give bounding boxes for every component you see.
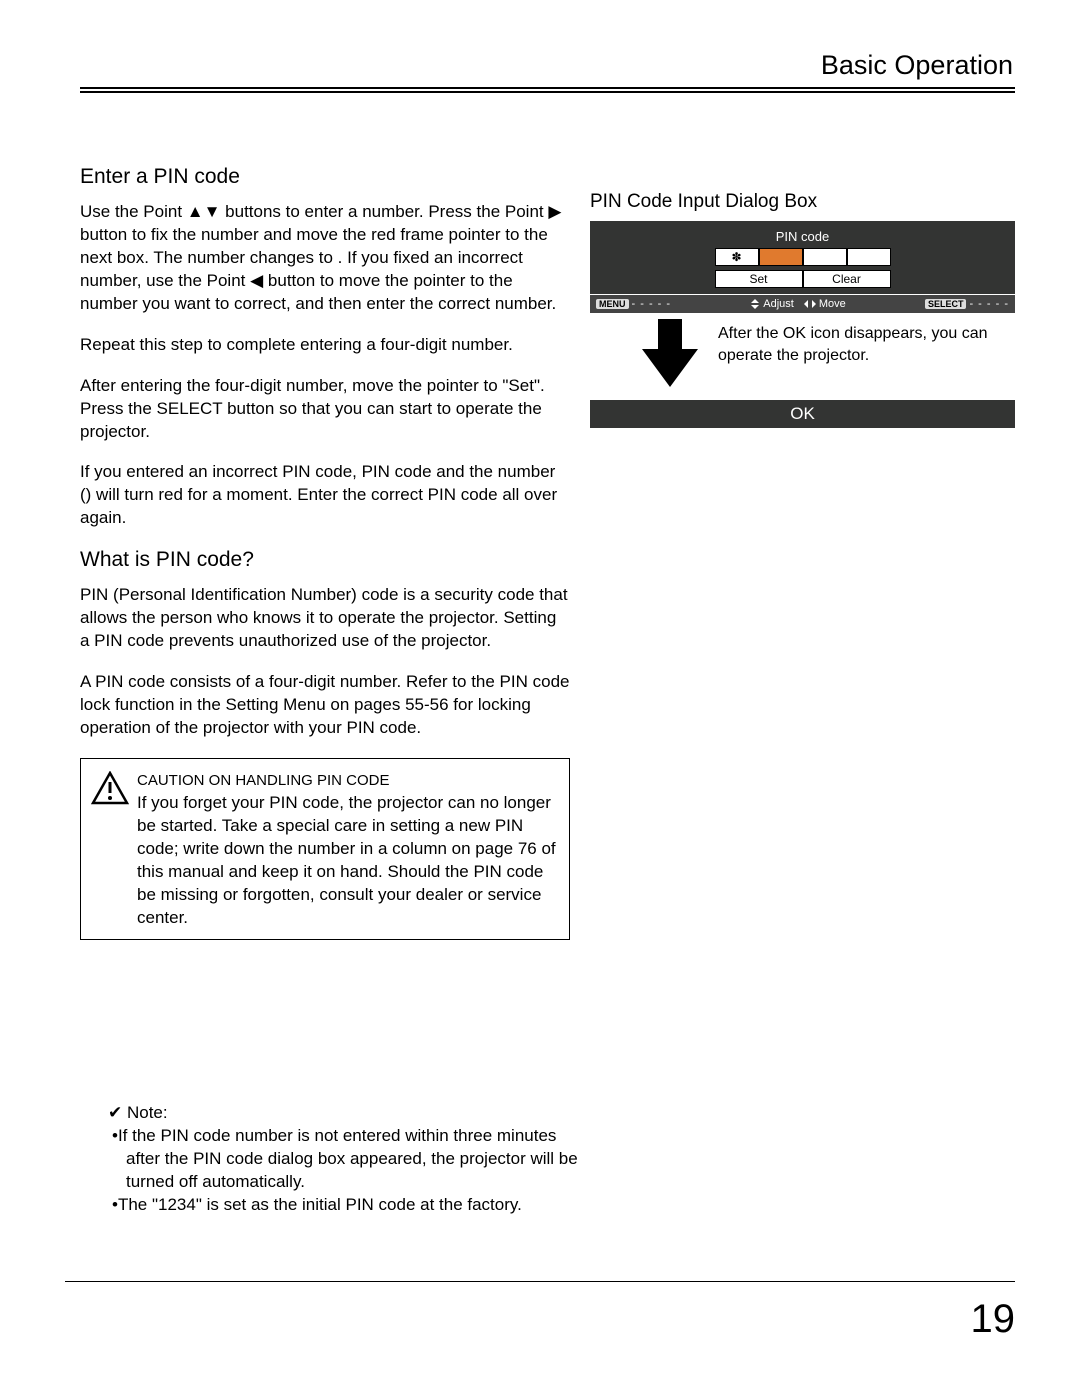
footer-rule <box>65 1281 1015 1282</box>
paragraph: If you entered an incorrect PIN code, PI… <box>80 461 570 530</box>
warning-icon <box>91 771 129 810</box>
paragraph: Repeat this step to complete entering a … <box>80 334 570 357</box>
hint-bar: MENU- - - - - Adjust Move SELECT- - - - … <box>590 295 1015 313</box>
caution-body: If you forget your PIN code, the project… <box>137 793 556 927</box>
set-button: Set <box>715 270 803 288</box>
note-item: •The "1234" is set as the initial PIN co… <box>108 1194 578 1217</box>
heading-what-is-pin: What is PIN code? <box>80 548 570 572</box>
page-number: 19 <box>971 1297 1016 1342</box>
heading-enter-pin: Enter a PIN code <box>80 165 570 189</box>
content-columns: Enter a PIN code Use the Point ▲▼ button… <box>80 165 1015 940</box>
paragraph: PIN (Personal Identification Number) cod… <box>80 584 570 653</box>
pin-dialog: PIN code ✽ Set Clear <box>590 221 1015 294</box>
left-column: Enter a PIN code Use the Point ▲▼ button… <box>80 165 570 940</box>
move-label: Move <box>819 298 846 310</box>
paragraph: After entering the four-digit number, mo… <box>80 375 570 444</box>
leftright-icon <box>804 299 816 309</box>
caution-text: CAUTION ON HANDLING PIN CODE If you forg… <box>137 769 557 930</box>
pin-buttons-row: Set Clear <box>590 270 1015 288</box>
move-hint: Move <box>804 298 846 310</box>
figure-caption: PIN Code Input Dialog Box <box>590 191 1015 213</box>
menu-tag: MENU <box>596 299 629 309</box>
clear-button: Clear <box>803 270 891 288</box>
caution-box: CAUTION ON HANDLING PIN CODE If you forg… <box>80 758 570 941</box>
note-lead: ✔ Note: <box>108 1102 578 1125</box>
right-column: PIN Code Input Dialog Box PIN code ✽ Set… <box>590 165 1015 940</box>
caution-title: CAUTION ON HANDLING PIN CODE <box>137 772 390 789</box>
adjust-label: Adjust <box>763 298 794 310</box>
page: Basic Operation Enter a PIN code Use the… <box>0 0 1080 1397</box>
note-item: •If the PIN code number is not entered w… <box>108 1125 578 1194</box>
dashes: - - - - - <box>632 298 672 310</box>
updown-icon <box>750 299 760 309</box>
paragraph: Use the Point ▲▼ buttons to enter a numb… <box>80 201 570 316</box>
arrow-row: After the OK icon disappears, you can op… <box>590 319 1015 394</box>
ok-bar: OK <box>590 400 1015 428</box>
dashes: - - - - - <box>969 298 1009 310</box>
down-arrow-icon <box>640 319 700 394</box>
adjust-hint: Adjust <box>750 298 794 310</box>
notes-block: ✔ Note: •If the PIN code number is not e… <box>108 1102 578 1217</box>
header-rule <box>80 87 1015 93</box>
paragraph: A PIN code consists of a four-digit numb… <box>80 671 570 740</box>
pin-cell-3 <box>803 248 847 266</box>
pin-cell-1: ✽ <box>715 248 759 266</box>
pin-cells-row: ✽ <box>590 248 1015 266</box>
pin-cell-2 <box>759 248 803 266</box>
after-ok-text: After the OK icon disappears, you can op… <box>718 323 1015 366</box>
select-tag: SELECT <box>925 299 967 309</box>
section-header: Basic Operation <box>80 50 1015 85</box>
pin-dialog-title: PIN code <box>590 229 1015 244</box>
pin-cell-4 <box>847 248 891 266</box>
